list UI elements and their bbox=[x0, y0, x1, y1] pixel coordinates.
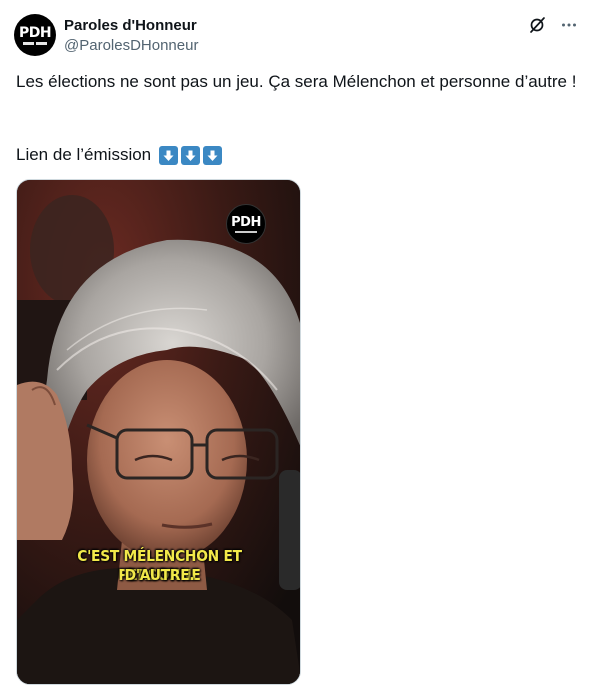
author-display-name[interactable]: Paroles d'Honneur bbox=[64, 16, 197, 36]
link-line: Lien de l’émission bbox=[16, 143, 223, 167]
tweet-text: Les élections ne sont pas un jeu. Ça ser… bbox=[16, 72, 577, 91]
watermark-logo: PDH bbox=[226, 204, 266, 244]
avatar-logo-text: PDH bbox=[18, 24, 52, 41]
arrow-down-icon bbox=[203, 145, 223, 165]
avatar[interactable]: PDH bbox=[14, 14, 56, 56]
arrow-down-icon bbox=[181, 145, 201, 165]
video-media[interactable]: PDH C'EST MÉLENCHON ET PERSONNE D'AUTRE. bbox=[16, 179, 301, 685]
watermark-logo-text: PDH bbox=[231, 214, 261, 230]
avatar-logo-underline bbox=[23, 41, 47, 45]
tweet-card: PDH Paroles d'Honneur @ParolesDHonneur L… bbox=[0, 0, 596, 690]
header-actions bbox=[526, 14, 580, 36]
video-frame bbox=[17, 180, 300, 684]
video-caption-line-2: D'AUTRE. bbox=[124, 566, 195, 584]
watermark-logo-underline bbox=[235, 230, 257, 233]
more-icon[interactable] bbox=[558, 14, 580, 36]
author-handle[interactable]: @ParolesDHonneur bbox=[64, 36, 198, 56]
arrow-down-icon bbox=[159, 145, 179, 165]
link-line-text: Lien de l’émission bbox=[16, 145, 152, 164]
grok-icon[interactable] bbox=[526, 14, 548, 36]
